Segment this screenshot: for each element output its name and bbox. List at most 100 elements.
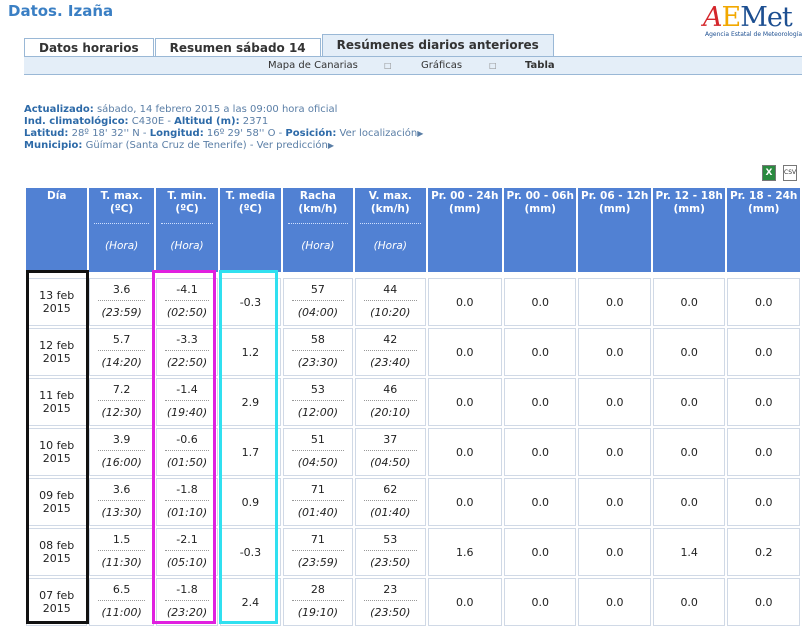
cell-pr-00-24: 0.0 xyxy=(427,328,503,376)
cell-tmax: 3.9 (16:00) xyxy=(89,428,154,476)
cell-dia: 11 feb 2015 xyxy=(26,378,88,426)
cell-pr-00-24: 0.0 xyxy=(427,278,503,326)
cell-vmax: 23 (23:50) xyxy=(355,578,426,626)
arrow-right-icon: ▶ xyxy=(417,129,424,138)
cell-tmax: 7.2 (12:30) xyxy=(89,378,154,426)
cell-tmin: -3.3 (22:50) xyxy=(155,328,219,376)
cell-pr-00-06: 0.0 xyxy=(504,328,577,376)
cell-pr-12-18: 1.4 xyxy=(652,528,726,576)
ver-localizacion-link[interactable]: Ver localización xyxy=(340,128,418,139)
csv-export-icon[interactable]: CSV xyxy=(783,165,797,181)
climate-table: Día T. max. (ºC) (Hora) T. min. (ºC) (Hora… xyxy=(24,186,802,628)
cell-pr-00-24: 0.0 xyxy=(427,428,503,476)
header-tmax: T. max. (ºC) (Hora) xyxy=(89,188,154,272)
subnav-tabla[interactable]: Tabla xyxy=(525,60,555,71)
cell-dia: 09 feb 2015 xyxy=(26,478,88,526)
ver-prediccion-link[interactable]: Ver predicción xyxy=(257,140,328,151)
excel-export-icon[interactable]: X xyxy=(762,165,776,181)
cell-pr-06-12: 0.0 xyxy=(578,428,651,476)
cell-dia: 10 feb 2015 xyxy=(26,428,88,476)
tab-resumen-sabado[interactable]: Resumen sábado 14 xyxy=(154,38,321,56)
header-pr-00-06: Pr. 00 - 06h (mm) xyxy=(504,188,577,272)
cell-pr-12-18: 0.0 xyxy=(652,578,726,626)
ind-label: Ind. climatológico: xyxy=(24,116,129,127)
tab-resumenes-diarios[interactable]: Resúmenes diarios anteriores xyxy=(321,34,554,56)
cell-pr-18-24: 0.0 xyxy=(727,428,800,476)
header-pr-18-24: Pr. 18 - 24h (mm) xyxy=(727,188,800,272)
subnav-graficas[interactable]: Gráficas xyxy=(421,60,462,71)
aemet-logo[interactable]: AEMet Agencia Estatal de Meteorología xyxy=(703,2,802,47)
header-tmin: T. min. (ºC) (Hora) xyxy=(155,188,219,272)
cell-tmedia: 1.2 xyxy=(220,328,281,376)
table-row: 12 feb 2015 5.7 (14:20) -3.3 (22:50) 1.2 58 (23:… xyxy=(26,328,800,376)
updated-value: sábado, 14 febrero 2015 a las 09:00 hora… xyxy=(96,104,338,115)
cell-vmax: 42 (23:40) xyxy=(355,328,426,376)
cell-tmedia: -0.3 xyxy=(220,528,281,576)
cell-tmin: -0.6 (01:50) xyxy=(155,428,219,476)
subnav-separator-icon: □ xyxy=(384,61,392,70)
cell-tmin: -1.4 (19:40) xyxy=(155,378,219,426)
table-row: 13 feb 2015 3.6 (23:59) -4.1 (02:50) -0.3 57 (04… xyxy=(26,278,800,326)
cell-pr-00-06: 0.0 xyxy=(504,528,577,576)
page-title: Datos. Izaña xyxy=(8,2,114,20)
lon-value: 16º 29' 58'' O xyxy=(206,128,276,139)
logo-subtitle: Agencia Estatal de Meteorología xyxy=(705,31,802,38)
cell-vmax: 46 (20:10) xyxy=(355,378,426,426)
tab-bar: Datos horarios Resumen sábado 14 Resúmen… xyxy=(24,34,555,56)
updated-label: Actualizado: xyxy=(24,104,94,115)
alt-label: Altitud (m): xyxy=(174,116,240,127)
header-vmax: V. max. (km/h) (Hora) xyxy=(355,188,426,272)
header-dia: Día xyxy=(26,188,88,272)
lon-label: Longitud: xyxy=(149,128,204,139)
table-row: 09 feb 2015 3.6 (13:30) -1.8 (01:10) 0.9 71 (01:… xyxy=(26,478,800,526)
lat-value: 28º 18' 32'' N xyxy=(71,128,140,139)
cell-tmin: -1.8 (01:10) xyxy=(155,478,219,526)
header-pr-00-24: Pr. 00 - 24h (mm) xyxy=(427,188,503,272)
cell-vmax: 37 (04:50) xyxy=(355,428,426,476)
cell-pr-06-12: 0.0 xyxy=(578,278,651,326)
cell-pr-00-06: 0.0 xyxy=(504,478,577,526)
header-racha: Racha (km/h) (Hora) xyxy=(282,188,354,272)
cell-pr-12-18: 0.0 xyxy=(652,428,726,476)
cell-dia: 08 feb 2015 xyxy=(26,528,88,576)
cell-tmedia: -0.3 xyxy=(220,278,281,326)
cell-racha: 58 (23:30) xyxy=(282,328,354,376)
cell-pr-00-06: 0.0 xyxy=(504,278,577,326)
tab-datos-horarios[interactable]: Datos horarios xyxy=(24,38,154,56)
cell-racha: 53 (12:00) xyxy=(282,378,354,426)
cell-pr-00-06: 0.0 xyxy=(504,578,577,626)
cell-tmax: 1.5 (11:30) xyxy=(89,528,154,576)
cell-tmax: 5.7 (14:20) xyxy=(89,328,154,376)
cell-tmin: -4.1 (02:50) xyxy=(155,278,219,326)
cell-racha: 51 (04:50) xyxy=(282,428,354,476)
cell-pr-00-06: 0.0 xyxy=(504,378,577,426)
cell-pr-12-18: 0.0 xyxy=(652,478,726,526)
cell-tmedia: 2.9 xyxy=(220,378,281,426)
cell-pr-06-12: 0.0 xyxy=(578,578,651,626)
cell-pr-12-18: 0.0 xyxy=(652,278,726,326)
mun-label: Municipio: xyxy=(24,140,83,151)
cell-pr-06-12: 0.0 xyxy=(578,478,651,526)
table-row: 10 feb 2015 3.9 (16:00) -0.6 (01:50) 1.7 51 (04:… xyxy=(26,428,800,476)
header-pr-12-18: Pr. 12 - 18h (mm) xyxy=(652,188,726,272)
cell-racha: 71 (23:59) xyxy=(282,528,354,576)
subnav-mapa-canarias[interactable]: Mapa de Canarias xyxy=(268,60,358,71)
table-row: 08 feb 2015 1.5 (11:30) -2.1 (05:10) -0.3 71 (23… xyxy=(26,528,800,576)
cell-pr-12-18: 0.0 xyxy=(652,378,726,426)
cell-tmin: -1.8 (23:20) xyxy=(155,578,219,626)
cell-tmax: 3.6 (13:30) xyxy=(89,478,154,526)
cell-tmax: 3.6 (23:59) xyxy=(89,278,154,326)
header-tmedia: T. media (ºC) xyxy=(220,188,281,272)
lat-label: Latitud: xyxy=(24,128,69,139)
ind-value: C430E xyxy=(131,116,165,127)
cell-racha: 28 (19:10) xyxy=(282,578,354,626)
cell-vmax: 53 (23:50) xyxy=(355,528,426,576)
subnav: Mapa de Canarias □ Gráficas □ Tabla xyxy=(24,56,802,75)
cell-pr-00-24: 0.0 xyxy=(427,578,503,626)
cell-pr-18-24: 0.0 xyxy=(727,278,800,326)
cell-dia: 12 feb 2015 xyxy=(26,328,88,376)
cell-racha: 71 (01:40) xyxy=(282,478,354,526)
logo-word: AEMet xyxy=(703,2,793,33)
cell-pr-18-24: 0.0 xyxy=(727,478,800,526)
station-info: Actualizado: sábado, 14 febrero 2015 a l… xyxy=(24,104,424,151)
